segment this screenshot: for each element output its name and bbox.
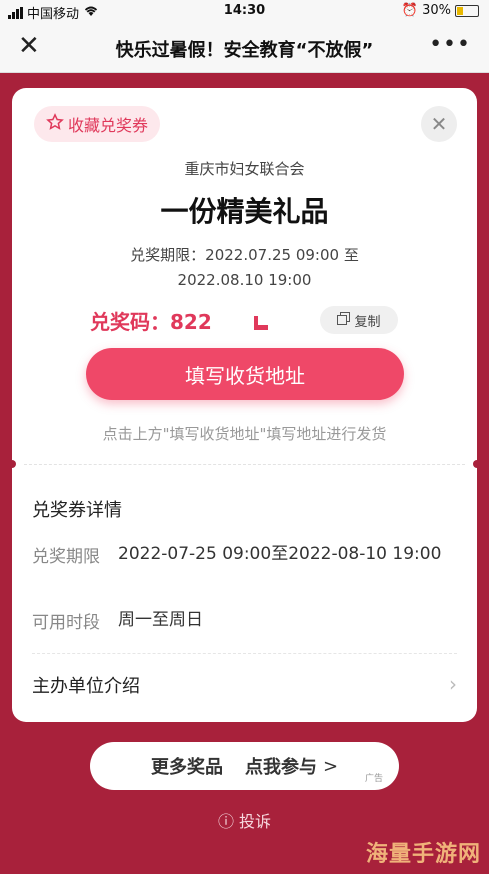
details-divider xyxy=(32,653,457,654)
ticket-notch-left xyxy=(12,460,16,468)
sponsor-intro-item[interactable]: 主办单位介绍 › xyxy=(32,672,457,698)
card-close-icon[interactable]: ✕ xyxy=(421,106,457,142)
ad-label: 广告 xyxy=(364,774,383,784)
complain-link[interactable]: ⓘ 投诉 xyxy=(0,808,489,832)
fill-address-button[interactable]: 填写收货地址 xyxy=(86,348,404,400)
status-bar: 中国移动 14:30 ⏰ 30% xyxy=(0,0,489,22)
copy-icon xyxy=(337,311,351,329)
detail-value: 周一至周日 xyxy=(118,610,203,630)
fill-address-hint: 点击上方"填写收货地址"填写地址进行发货 xyxy=(102,425,387,443)
close-icon[interactable]: ✕ xyxy=(18,33,40,59)
detail-value: 2022-07-25 09:00至2022-08-10 19:00 xyxy=(118,544,442,564)
redaction-mark xyxy=(254,315,268,330)
ticket-divider xyxy=(24,464,465,465)
status-right: ⏰ 30% xyxy=(402,3,479,18)
battery-percent: 30% xyxy=(422,3,451,18)
favorite-coupon-button[interactable]: 收藏兑奖券 xyxy=(34,106,161,142)
complain-label: 投诉 xyxy=(239,812,272,831)
ticket-notch-right xyxy=(473,460,477,468)
page-title: 快乐过暑假！安全教育“不放假” xyxy=(115,40,374,61)
warning-icon: ⓘ xyxy=(217,812,234,831)
redeem-code-value: 822 xyxy=(170,310,212,334)
more-prizes-text: 更多奖品 xyxy=(150,757,223,778)
detail-key: 兑奖期限 xyxy=(32,547,100,567)
more-options-icon[interactable]: ••• xyxy=(429,32,471,57)
chevron-right-icon: > xyxy=(322,755,339,777)
redeem-code: 兑奖码：822 xyxy=(90,306,212,335)
redeem-period: 兑奖期限：2022.07.25 09:00 至 2022.08.10 19:00 xyxy=(12,243,477,293)
more-prizes-button[interactable]: 更多奖品 点我参与 > 广告 xyxy=(90,742,399,790)
coupon-card: 收藏兑奖券 ✕ 重庆市妇女联合会 一份精美礼品 兑奖期限：2022.07.25 … xyxy=(12,88,477,722)
detail-row-period: 兑奖期限 2022-07-25 09:00至2022-08-10 19:00 xyxy=(32,542,457,567)
sponsor-intro-label: 主办单位介绍 xyxy=(32,676,140,697)
redeem-period-line2: 2022.08.10 19:00 xyxy=(177,271,312,289)
copy-label: 复制 xyxy=(354,314,381,330)
redeem-code-label: 兑奖码： xyxy=(90,310,170,334)
details-title: 兑奖券详情 xyxy=(32,500,122,521)
site-watermark: 海量手游网 xyxy=(365,842,481,867)
detail-key: 可用时段 xyxy=(32,613,100,633)
chevron-right-icon: › xyxy=(449,672,457,696)
battery-icon xyxy=(455,4,479,17)
alarm-icon: ⏰ xyxy=(401,3,419,18)
copy-button[interactable]: 复制 xyxy=(320,306,398,334)
prize-title: 一份精美礼品 xyxy=(160,195,329,228)
organizer-name: 重庆市妇女联合会 xyxy=(184,160,305,178)
redeem-period-line1: 兑奖期限：2022.07.25 09:00 至 xyxy=(130,246,359,264)
detail-row-timeslot: 可用时段 周一至周日 xyxy=(32,608,457,633)
favorite-label: 收藏兑奖券 xyxy=(68,116,149,135)
nav-bar: ✕ 快乐过暑假！安全教育“不放假” ••• xyxy=(0,22,489,73)
star-icon xyxy=(46,113,64,135)
join-text: 点我参与 xyxy=(244,757,317,778)
